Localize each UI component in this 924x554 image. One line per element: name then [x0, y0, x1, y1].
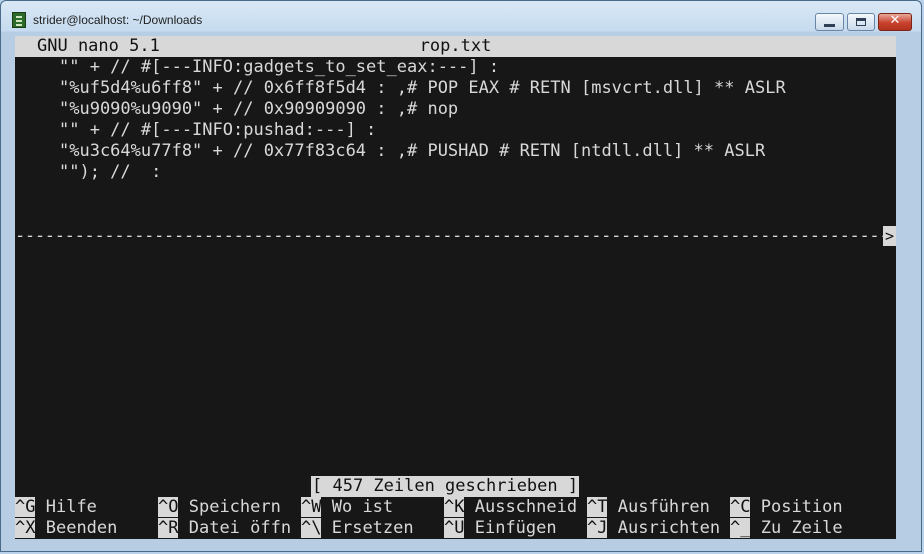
title-bar[interactable]: strider@localhost: ~/Downloads ✕	[1, 1, 921, 33]
shortcut-replace[interactable]: ^\ Ersetzen	[301, 518, 414, 539]
shortcut-exit[interactable]: ^X Beenden	[15, 518, 117, 539]
maximize-icon	[856, 18, 866, 26]
shortcut-go-to-line[interactable]: ^_ Zu Zeile	[730, 518, 843, 539]
close-icon: ✕	[889, 13, 901, 28]
minimize-icon	[824, 24, 835, 27]
shortcut-execute[interactable]: ^T Ausführen	[587, 497, 710, 518]
close-button[interactable]: ✕	[878, 13, 912, 31]
editor-line[interactable]: ""); // :	[59, 162, 896, 183]
file-name: rop.txt	[419, 36, 492, 56]
shortcut-read-file[interactable]: ^R Datei öffn	[158, 518, 291, 539]
separator-line: ----------------------------------------…	[15, 226, 883, 246]
terminal-window: strider@localhost: ~/Downloads ✕ GNU nan…	[0, 0, 922, 552]
shortcut-position[interactable]: ^C Position	[730, 497, 843, 518]
shortcut-search[interactable]: ^W Wo ist	[301, 497, 393, 518]
shortcut-cut[interactable]: ^K Ausschneid	[444, 497, 577, 518]
shortcut-help[interactable]: ^G Hilfe	[15, 497, 97, 518]
minimize-button[interactable]	[815, 13, 844, 31]
shortcut-paste[interactable]: ^U Einfügen	[444, 518, 557, 539]
editor-line[interactable]: "" + // #[---INFO:gadgets_to_set_eax:---…	[59, 57, 896, 78]
editor-line[interactable]: "%u3c64%u77f8" + // 0x77f83c64 : ,# PUSH…	[59, 141, 896, 162]
editor-line[interactable]: "%uf5d4%u6ff8" + // 0x6ff8f5d4 : ,# POP …	[59, 78, 896, 99]
shortcut-save[interactable]: ^O Speichern	[158, 497, 281, 518]
nano-header: GNU nano 5.1 rop.txt	[15, 36, 896, 57]
window-title: strider@localhost: ~/Downloads	[33, 13, 203, 27]
scroll-right-indicator: >	[883, 226, 896, 246]
status-message: [ 457 Zeilen geschrieben ]	[311, 476, 580, 497]
terminal-area[interactable]: GNU nano 5.1 rop.txt "" + // #[---INFO:g…	[15, 36, 896, 539]
terminal-icon[interactable]	[12, 12, 26, 28]
editor-line[interactable]: "" + // #[---INFO:pushad:---] :	[59, 120, 896, 141]
editor-line[interactable]: "%u9090%u9090" + // 0x90909090 : ,# nop	[59, 99, 896, 120]
maximize-button[interactable]	[847, 13, 875, 31]
shortcut-justify[interactable]: ^J Ausrichten	[587, 518, 720, 539]
